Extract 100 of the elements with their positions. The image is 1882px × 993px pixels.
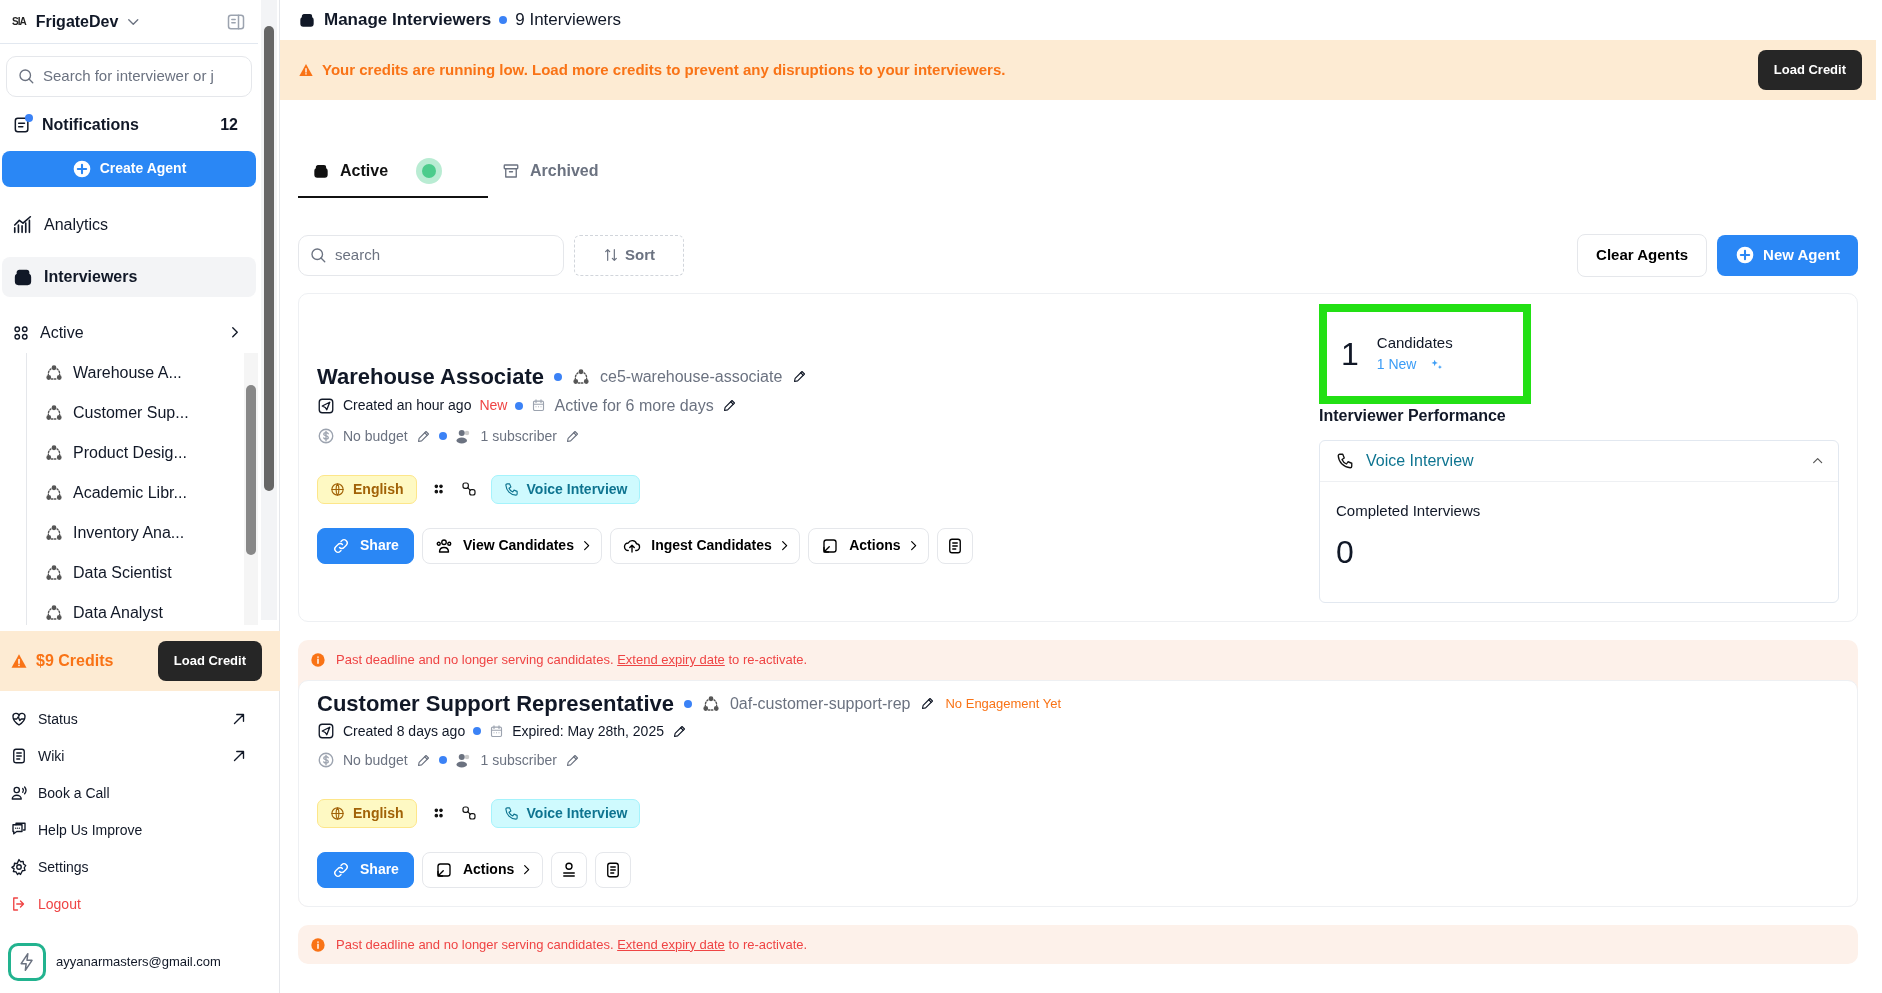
nav-group[interactable]: Active [2,312,256,353]
metric-value: 0 [1336,533,1355,572]
alert-message: Past deadline and no longer serving candidates. Extend expiry date to re-activate. [336,935,808,954]
candidate-count: 1 [1341,334,1359,374]
calendar-icon [489,723,505,739]
performance-title: Interviewer Performance [1319,405,1507,426]
sidebar-link[interactable]: Help Us Improve [0,811,258,849]
info-icon [310,651,326,668]
link-icon [332,860,350,879]
agent-item[interactable]: Data Scientist [27,552,244,593]
agent-item[interactable]: Data Analyst [27,592,244,625]
actions-button[interactable]: Actions [808,527,929,564]
sidebar-link[interactable]: Status [0,700,258,738]
search-field[interactable]: Search for interviewer or j [6,56,252,97]
sidebar-link[interactable]: Settings [0,848,258,886]
load-credit-button[interactable]: Load Credit [157,641,262,681]
share-button[interactable]: Share [317,527,414,564]
notes-button[interactable] [594,851,631,888]
ingest-button[interactable]: Ingest Candidates [610,527,801,564]
notifications-link[interactable]: Notifications [42,112,139,137]
budget-text: No budget [343,426,408,446]
agent-slug: 0af-customer-support-rep [729,693,911,714]
subscriber-count: 1 subscriber [480,426,557,446]
link-icon [460,481,477,498]
notification-count: 12 [220,114,238,135]
stack-icon [298,11,316,29]
status-dot [473,727,482,736]
candidates-label: Candidates [1376,332,1453,353]
tab[interactable]: Active [298,146,488,198]
phone-icon [1336,451,1354,470]
phone-icon [503,481,519,497]
arrow-box-icon [434,860,453,879]
agent-icon [45,443,63,462]
dollar-icon [317,751,335,770]
view-button[interactable]: View Candidates [421,527,603,564]
agent-icon [45,523,63,542]
agent-icon [572,367,590,386]
language-tag: English [317,798,417,828]
status-dot [515,401,524,410]
status-dot [438,432,447,441]
pencil-icon[interactable] [920,696,936,712]
mode-tag: Voice Interview [490,474,641,504]
tab[interactable]: Archived [488,146,678,198]
schedule-text: Active for 6 more days [554,395,714,416]
nav-item[interactable]: Interviewers [2,256,256,297]
chevron-right-icon [910,541,916,551]
budget-text: No budget [343,750,408,770]
agent-icon [45,603,63,622]
sidebar-scrollbar[interactable] [261,0,277,620]
search-field[interactable]: search [298,235,564,276]
pencil-icon[interactable] [721,398,737,414]
person-button[interactable] [550,851,587,888]
sidebar-link[interactable]: Book a Call [0,774,258,812]
accordion-header[interactable]: Voice Interview [1320,440,1838,481]
link-icon [460,805,477,822]
user-avatar[interactable] [8,943,46,981]
chevron-right-icon [781,541,788,551]
nav-item[interactable]: Analytics [2,204,256,245]
engagement-status: No Engagement Yet [945,694,1062,713]
person-icon [10,784,28,803]
chevron-right-icon [583,541,590,551]
globe-icon [330,805,345,821]
agent-item[interactable]: Warehouse A... [27,352,244,393]
chevron-right-icon [524,865,530,875]
status-dot [683,699,692,708]
create-agent-button[interactable]: Create Agent [2,150,256,187]
new-agent-button[interactable]: New Agent [1717,235,1858,276]
sidebar-link[interactable]: Logout [0,885,258,923]
info-icon [310,936,326,953]
metric-label: Completed Interviews [1336,500,1482,521]
stack-icon [312,162,330,180]
page-title: Manage Interviewers [324,9,492,32]
workspace-logo: SIA [12,15,26,29]
agent-item[interactable]: Product Desig... [27,432,244,473]
phone-icon [503,805,519,821]
chevron-up-icon [1812,457,1822,464]
agent-icon [45,403,63,422]
sort-icon [603,247,619,264]
agent-title: Warehouse Associate [317,363,544,390]
actions-button[interactable]: Actions [421,851,543,888]
sort-button[interactable]: Sort [574,235,684,276]
calendar-icon [531,398,547,414]
agent-icon [45,563,63,582]
agent-item[interactable]: Customer Sup... [27,392,244,433]
load-credit-button[interactable]: Load Credit [1757,50,1862,90]
language-tag: English [317,474,417,504]
agent-slug: ce5-warehouse-associate [600,366,783,387]
notes-button[interactable] [936,527,973,564]
sidebar-link[interactable]: Wiki [0,737,258,775]
new-label: New [479,396,508,416]
share-button[interactable]: Share [317,851,414,888]
pencil-icon[interactable] [792,369,808,385]
workspace-name[interactable]: FrigateDev [35,9,119,34]
agent-icon [45,363,63,382]
status-dot [438,756,447,765]
agent-item[interactable]: Academic Libr... [27,472,244,513]
pencil-icon[interactable] [671,723,687,739]
list-scrollbar[interactable] [244,352,258,625]
agent-item[interactable]: Inventory Ana... [27,512,244,553]
clear-agents-button[interactable]: Clear Agents [1577,234,1708,277]
